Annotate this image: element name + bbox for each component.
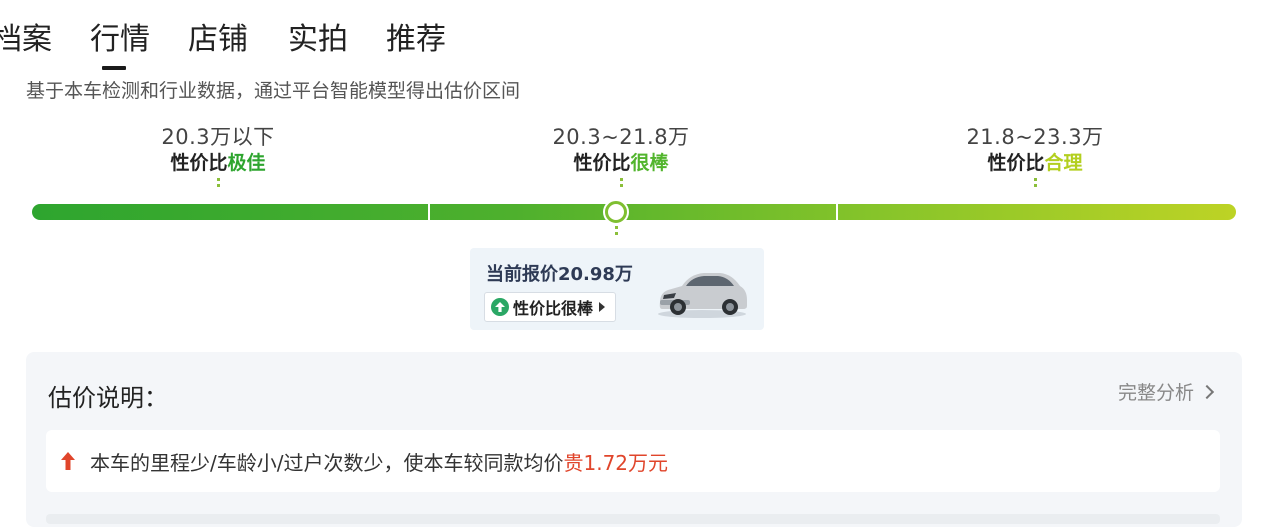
full-analysis-link[interactable]: 完整分析 (1117, 378, 1215, 405)
current-price-marker (605, 201, 627, 223)
segment-connector (217, 178, 220, 190)
estimate-panel: 估价说明： 完整分析 本车的里程少/车龄小/过户次数少，使本车较同款均价贵1.7… (26, 352, 1242, 527)
estimate-title: 估价说明： (48, 384, 168, 412)
full-analysis-label: 完整分析 (1117, 382, 1194, 404)
segment-range: 20.3~21.8万 (552, 125, 690, 149)
tab-archive[interactable]: 档案 (0, 14, 52, 58)
segment-range: 20.3万以下 (161, 125, 275, 149)
current-price-card: 当前报价20.98万 性价比很棒 (470, 248, 764, 330)
triangle-right-icon (599, 302, 606, 312)
active-tab-indicator (102, 66, 126, 70)
next-reason-row (46, 514, 1220, 524)
tab-store[interactable]: 店铺 (188, 14, 248, 58)
tab-recommend[interactable]: 推荐 (386, 14, 446, 58)
estimate-reason-text: 本车的里程少/车龄小/过户次数少，使本车较同款均价贵1.72万元 (90, 451, 669, 475)
segment-rating: 性价比很棒 (573, 152, 669, 174)
segment-range: 21.8~23.3万 (966, 125, 1104, 149)
tab-market[interactable]: 行情 (90, 14, 150, 58)
tab-photos[interactable]: 实拍 (288, 14, 348, 58)
chevron-right-icon (1199, 384, 1215, 399)
price-segment-mid: 20.3~21.8万 性价比很棒 (521, 124, 721, 190)
segment-connector (620, 178, 623, 190)
up-arrow-circle-icon (491, 298, 509, 316)
segment-connector (1034, 178, 1037, 190)
marker-connector (615, 226, 618, 238)
segment-rating: 性价比极佳 (170, 152, 266, 174)
price-segment-low: 20.3万以下 性价比极佳 (118, 124, 318, 190)
estimate-reason-card: 本车的里程少/车龄小/过户次数少，使本车较同款均价贵1.72万元 (46, 430, 1220, 492)
value-rating-badge[interactable]: 性价比很棒 (484, 292, 617, 322)
current-price-label: 当前报价20.98万 (486, 264, 633, 285)
car-thumbnail (658, 273, 747, 318)
segment-rating: 性价比合理 (987, 152, 1083, 174)
valuation-subtitle: 基于本车检测和行业数据，通过平台智能模型得出估价区间 (26, 80, 521, 102)
price-range-bar (32, 204, 1236, 220)
badge-label: 性价比很棒 (513, 299, 594, 318)
price-segment-high: 21.8~23.3万 性价比合理 (935, 124, 1135, 190)
bar-divider (428, 204, 430, 220)
red-up-arrow-icon (61, 452, 75, 470)
bar-divider (836, 204, 838, 220)
